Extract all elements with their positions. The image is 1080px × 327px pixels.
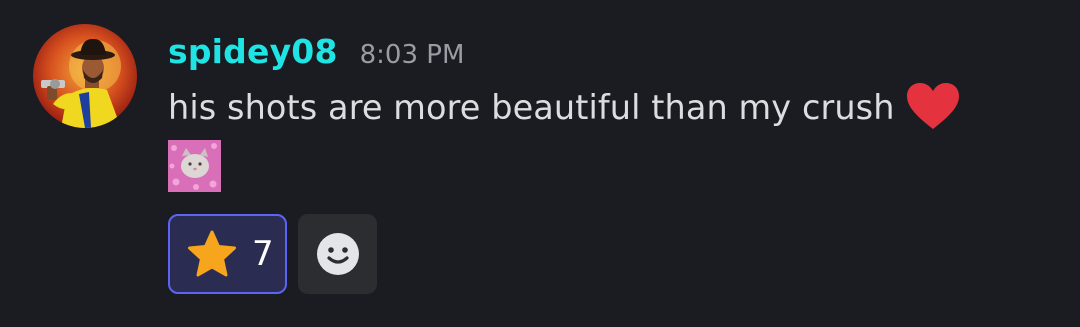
username[interactable]: spidey08 (168, 32, 338, 71)
cat-sticker-image (168, 140, 221, 192)
reaction-star[interactable]: 7 (168, 214, 287, 294)
message-header: spidey08 8:03 PM (168, 32, 464, 78)
smiley-face-icon (316, 233, 359, 275)
reactions-bar: 7 (168, 214, 377, 294)
message-content: his shots are more beautiful than my cru… (168, 82, 961, 132)
red-heart-icon (906, 83, 959, 129)
avatar[interactable] (33, 24, 137, 128)
timestamp: 8:03 PM (359, 40, 465, 70)
add-reaction-button[interactable] (298, 214, 377, 294)
reaction-count: 7 (252, 234, 274, 274)
star-icon (188, 230, 236, 277)
avatar-image (33, 24, 137, 128)
chat-message: spidey08 8:03 PM his shots are more beau… (0, 0, 1080, 327)
cat-sticker[interactable] (168, 140, 221, 192)
message-text: his shots are more beautiful than my cru… (168, 87, 895, 127)
